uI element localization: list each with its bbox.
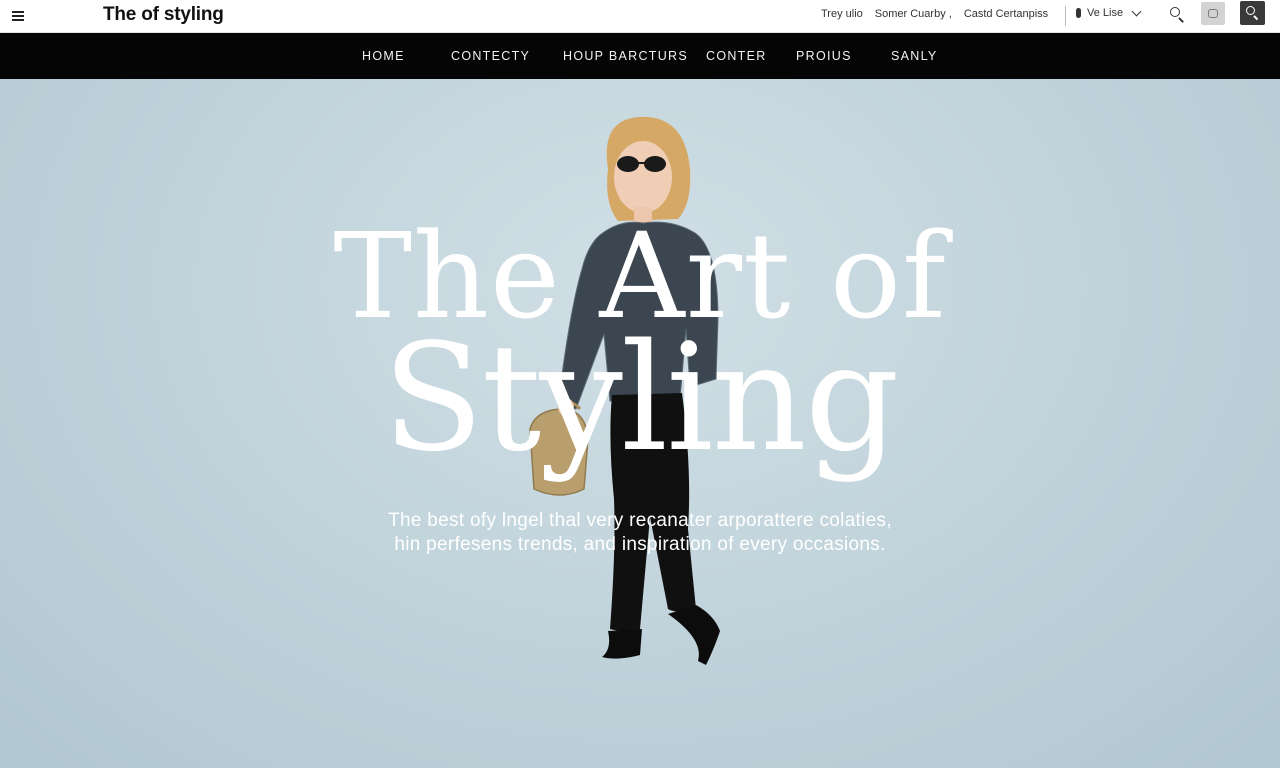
hero-subtitle-line-1: The best ofy lngel thal very recanater a… (388, 510, 892, 531)
bookmark-icon (1208, 9, 1218, 18)
nav-item-conter[interactable]: CONTER (706, 49, 767, 63)
utility-link-3[interactable]: Castd Certanpiss (964, 8, 1048, 20)
nav-item-contecty[interactable]: CONTECTY (451, 49, 530, 63)
language-selector[interactable]: Ve Lise (1076, 6, 1142, 19)
utility-link-1[interactable]: Trey ulio (821, 8, 863, 20)
nav-item-home[interactable]: HOME (362, 49, 405, 63)
search-button[interactable] (1240, 1, 1265, 25)
search-icon[interactable] (1167, 5, 1187, 25)
language-dot-icon (1076, 8, 1081, 18)
chevron-down-icon (1131, 6, 1142, 16)
language-label: Ve Lise (1087, 7, 1124, 19)
bookmark-button[interactable] (1201, 2, 1225, 25)
utility-link-2[interactable]: Somer Cuarby , (875, 8, 952, 20)
utility-links: Trey ulio Somer Cuarby , Castd Certanpis… (821, 8, 1048, 20)
utility-bar: The of styling Trey ulio Somer Cuarby , … (0, 0, 1280, 33)
nav-item-proius[interactable]: PROIUS (796, 49, 852, 63)
search-button-icon (1246, 6, 1255, 15)
nav-item-sanly[interactable]: SANLY (891, 49, 938, 63)
nav-item-houp-barcturs[interactable]: HOUP BARCTURS (563, 49, 688, 63)
hero-subtitle-line-2: hin perfesens trends, and inspiration of… (394, 534, 886, 555)
hero-banner: The Art of Styling The best ofy lngel th… (0, 79, 1280, 768)
hero-title-line-2: Styling (382, 312, 899, 484)
main-nav: HOME CONTECTY HOUP BARCTURS CONTER PROIU… (0, 33, 1280, 79)
menu-icon[interactable] (8, 7, 28, 25)
site-brand[interactable]: The of styling (103, 4, 224, 26)
divider (1065, 6, 1066, 26)
